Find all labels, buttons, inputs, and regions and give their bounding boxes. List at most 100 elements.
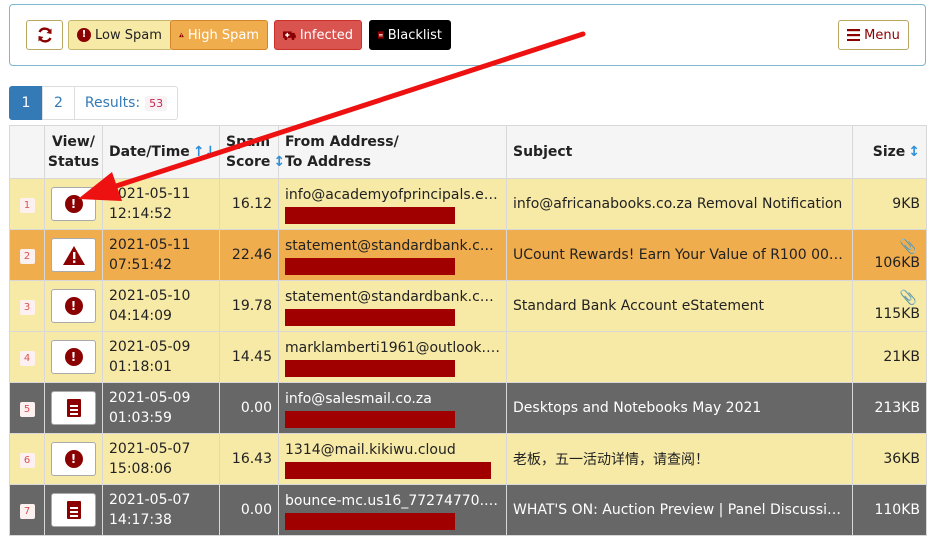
table-row[interactable]: 1 ! 2021-05-11 12:14:52 16.12 info@academ… [9, 178, 927, 230]
filter-toolbar: ! Low Spam High Spam Infected Blacklist [9, 4, 926, 66]
low-spam-filter-button[interactable]: ! Low Spam [68, 20, 173, 50]
row-number-cell: 7 [9, 484, 45, 536]
table-row[interactable]: 7 2021-05-07 14:17:38 0.00 bounce-mc.us16… [9, 484, 927, 536]
infected-label: Infected [299, 27, 353, 43]
redacted-to-address [285, 359, 455, 377]
row-number-cell: 2 [9, 229, 45, 281]
table-row[interactable]: 3 ! 2021-05-10 04:14:09 19.78 statement@s… [9, 280, 927, 332]
from-address: info@salesmail.co.za [285, 390, 432, 407]
subject: 老板，五一活动详情，请查阅！ [513, 452, 709, 468]
row-number-header [9, 125, 45, 179]
table-row[interactable]: 5 2021-05-09 01:03:59 0.00 info@salesmail… [9, 382, 927, 434]
exclamation-circle-icon: ! [64, 297, 83, 315]
date: 2021-05-07 [109, 492, 191, 508]
paperclip-icon: 📎 [899, 290, 917, 306]
menu-button[interactable]: Menu [838, 20, 909, 50]
table-row[interactable]: 4 ! 2021-05-09 01:18:01 14.45 marklambert… [9, 331, 927, 383]
address-cell: 1314@mail.kikiwu.cloud [278, 433, 507, 485]
blacklist-filter-button[interactable]: Blacklist [369, 20, 451, 50]
size-header[interactable]: Size ↕ [852, 125, 927, 179]
subject-cell: Desktops and Notebooks May 2021 [506, 382, 853, 434]
redacted-to-address [285, 410, 455, 428]
spam-score-header[interactable]: Spam Score ↕ [219, 125, 285, 179]
subject: info@africanabooks.co.za Removal Notific… [513, 196, 843, 212]
warning-triangle-icon [62, 245, 85, 265]
from-address: info@academyofprincipals.edu... [285, 186, 500, 203]
date: 2021-05-11 [109, 237, 191, 253]
refresh-button[interactable] [26, 20, 63, 50]
size-header-label: Size [872, 144, 906, 160]
subject: Desktops and Notebooks May 2021 [513, 400, 762, 416]
size: 110KB [874, 502, 920, 518]
date-time-header-label: Date/Time [109, 144, 190, 160]
address-cell: marklamberti1961@outlook.co... [278, 331, 507, 383]
view-message-button[interactable] [51, 238, 96, 272]
from-address: bounce-mc.us16_77274770.29... [285, 492, 500, 509]
from-to-header: From Address/ To Address [278, 125, 507, 179]
redacted-to-address [285, 206, 455, 224]
date: 2021-05-09 [109, 339, 191, 355]
sort-asc-icon[interactable]: ↑↓ [193, 144, 216, 160]
time: 15:08:06 [109, 461, 172, 477]
view-status-header-label: View/ Status [47, 134, 100, 170]
view-message-button[interactable]: ! [51, 187, 96, 221]
date-cell: 2021-05-09 01:03:59 [102, 382, 220, 434]
view-message-button[interactable] [51, 391, 96, 425]
sort-icon[interactable]: ↕ [908, 144, 920, 160]
size: 36KB [883, 451, 920, 467]
time: 14:17:38 [109, 512, 172, 528]
subject: UCount Rewards! Earn Your Value of R100 … [513, 247, 846, 263]
subject-cell: info@africanabooks.co.za Removal Notific… [506, 178, 853, 230]
view-status-cell: ! [44, 280, 103, 332]
view-status-cell [44, 382, 103, 434]
date-cell: 2021-05-07 14:17:38 [102, 484, 220, 536]
view-message-button[interactable]: ! [51, 442, 96, 476]
spam-score-header-label: Spam Score [226, 134, 271, 170]
view-message-button[interactable] [51, 493, 96, 527]
results-label: Results: [84, 95, 141, 111]
time: 07:51:42 [109, 257, 172, 273]
address-cell: statement@standardbank.co.za [278, 280, 507, 332]
size-cell: 110KB [852, 484, 927, 536]
hamburger-icon [847, 29, 861, 41]
warning-triangle-icon [179, 32, 184, 38]
row-number: 1 [19, 197, 35, 213]
results-count: Results: 53 [74, 86, 178, 120]
from-to-header-label: From Address/ To Address [285, 134, 399, 170]
sort-icon[interactable]: ↕ [273, 154, 285, 170]
time: 01:18:01 [109, 359, 172, 375]
size-cell: 📎106KB [852, 229, 927, 281]
size-cell: 📎115KB [852, 280, 927, 332]
time: 04:14:09 [109, 308, 172, 324]
menu-label: Menu [864, 27, 900, 43]
from-address: marklamberti1961@outlook.co... [285, 339, 500, 356]
view-message-button[interactable]: ! [51, 289, 96, 323]
table-row[interactable]: 6 ! 2021-05-07 15:08:06 16.43 1314@mail.k… [9, 433, 927, 485]
exclamation-circle-icon: ! [77, 28, 91, 42]
exclamation-circle-icon: ! [64, 348, 83, 366]
blacklist-label: Blacklist [387, 27, 442, 43]
size: 21KB [883, 349, 920, 365]
view-status-cell: ! [44, 331, 103, 383]
date-cell: 2021-05-11 07:51:42 [102, 229, 220, 281]
refresh-icon [37, 27, 52, 43]
size-cell: 36KB [852, 433, 927, 485]
ambulance-icon [283, 31, 296, 40]
view-message-button[interactable]: ! [51, 340, 96, 374]
high-spam-label: High Spam [187, 27, 259, 43]
address-cell: statement@standardbank.co.za [278, 229, 507, 281]
date-cell: 2021-05-07 15:08:06 [102, 433, 220, 485]
page-2-button[interactable]: 2 [42, 86, 75, 120]
document-icon [66, 501, 81, 519]
row-number: 7 [19, 503, 35, 519]
redacted-to-address [285, 461, 491, 479]
subject-cell: 老板，五一活动详情，请查阅！ [506, 433, 853, 485]
spam-score: 14.45 [219, 331, 279, 383]
date-time-header[interactable]: Date/Time ↑↓ [102, 125, 220, 179]
page-1-button[interactable]: 1 [9, 86, 43, 120]
redacted-to-address [285, 257, 455, 275]
infected-filter-button[interactable]: Infected [274, 20, 362, 50]
high-spam-filter-button[interactable]: High Spam [170, 20, 268, 50]
view-status-cell: ! [44, 433, 103, 485]
table-row[interactable]: 2 2021-05-11 07:51:42 22.46 statement@sta… [9, 229, 927, 281]
